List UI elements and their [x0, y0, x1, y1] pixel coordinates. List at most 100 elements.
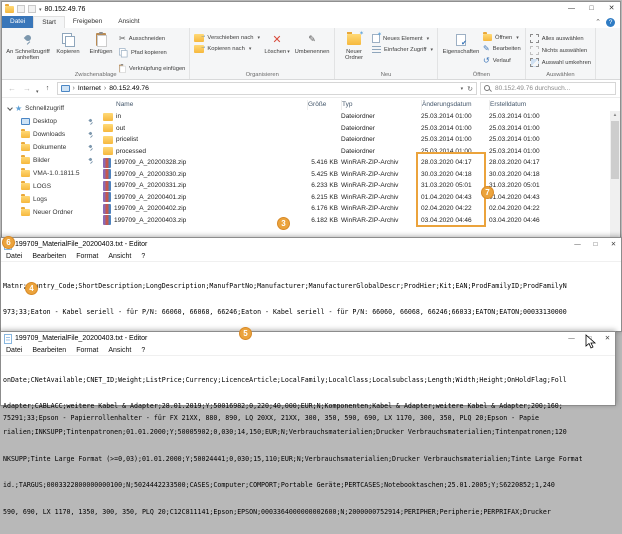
invert-selection-button[interactable]: Auswahl umkehren: [530, 58, 591, 67]
menu-item-format[interactable]: Format: [71, 253, 103, 260]
copy-to-button[interactable]: Kopieren nach: [194, 45, 260, 53]
column-header-modified[interactable]: Änderungsdatum: [421, 100, 485, 110]
copy-path-button[interactable]: Pfad kopieren: [119, 46, 185, 59]
close-button[interactable]: [606, 238, 621, 251]
up-button[interactable]: [42, 83, 54, 95]
table-row[interactable]: 199709_A_20200328.zip 5.416 KB WinRAR-ZI…: [99, 157, 620, 169]
sidebar-item-logs-upper[interactable]: LOGS: [2, 180, 99, 193]
select-all-button[interactable]: Alles auswählen: [530, 34, 591, 43]
tab-share[interactable]: Freigeben: [65, 16, 110, 28]
location-icon: [61, 85, 70, 92]
zip-archive-icon: [103, 204, 111, 214]
address-breadcrumb[interactable]: Internet 80.152.49.76: [57, 82, 477, 95]
table-row[interactable]: 199709_A_20200401.zip 6.215 KB WinRAR-ZI…: [99, 192, 620, 204]
menu-item-file[interactable]: Datei: [1, 347, 27, 354]
search-input[interactable]: 80.152.49.76 durchsuch...: [480, 82, 616, 95]
paste-button[interactable]: Einfügen: [86, 31, 116, 55]
scrollbar[interactable]: ▲: [610, 111, 620, 237]
sidebar-item-logs[interactable]: Logs: [2, 193, 99, 206]
sidebar-item-downloads[interactable]: Downloads: [2, 128, 99, 141]
tab-file[interactable]: Datei: [2, 16, 33, 28]
close-button[interactable]: [603, 2, 620, 16]
rename-button[interactable]: Umbenennen: [294, 31, 330, 55]
move-to-button[interactable]: Verschieben nach: [194, 34, 260, 42]
minimize-button[interactable]: [570, 238, 585, 251]
table-row[interactable]: 199709_A_20200403.zip 6.182 KB WinRAR-ZI…: [99, 215, 620, 227]
title-bar[interactable]: 199709_MaterialFile_20200403.txt - Edito…: [1, 238, 621, 251]
menu-item-edit[interactable]: Bearbeiten: [27, 253, 71, 260]
column-header-created[interactable]: Erstelldatum: [489, 100, 553, 110]
pin-to-quick-access-button[interactable]: An Schnellzugriff anheften: [6, 31, 50, 62]
easy-access-button[interactable]: Einfacher Zugriff: [372, 46, 433, 54]
refresh-icon[interactable]: [467, 85, 473, 93]
address-bar: Internet 80.152.49.76 80.152.49.76 durch…: [2, 80, 620, 98]
quick-access-toolbar-button[interactable]: [28, 5, 36, 13]
file-name: 199709_A_20200401.zip: [114, 194, 186, 201]
text-line: id.;TARGUS;0003322800000000100;N;5024442…: [3, 481, 615, 490]
table-row[interactable]: 199709_A_20200331.zip 6.233 KB WinRAR-ZI…: [99, 180, 620, 192]
new-item-icon: [372, 34, 380, 43]
sidebar-item-pictures[interactable]: Bilder: [2, 154, 99, 167]
delete-button[interactable]: Löschen: [263, 31, 291, 56]
rename-icon: [308, 34, 316, 45]
new-folder-button[interactable]: Neuer Ordner: [339, 31, 369, 62]
menu-item-format[interactable]: Format: [71, 347, 103, 354]
back-button[interactable]: [6, 83, 18, 95]
copy-button[interactable]: Kopieren: [53, 31, 83, 55]
column-header-type[interactable]: Typ: [341, 100, 419, 110]
breadcrumb-current[interactable]: 80.152.49.76: [109, 85, 149, 92]
history-button[interactable]: Verlauf: [483, 56, 521, 65]
maximize-button[interactable]: [588, 238, 603, 251]
minimize-button[interactable]: [563, 2, 580, 16]
maximize-button[interactable]: [583, 2, 600, 16]
tab-start[interactable]: Start: [33, 16, 65, 28]
sidebar-item-new-folder[interactable]: Neuer Ordner: [2, 206, 99, 219]
column-header-size[interactable]: Größe: [307, 100, 338, 110]
text-editor-area[interactable]: onDate;CNetAvailable;CNET_ID;Weight;List…: [1, 356, 615, 534]
file-name: 199709_A_20200328.zip: [114, 159, 186, 166]
title-bar[interactable]: 199709_MaterialFile_20200403.txt - Edito…: [1, 332, 615, 345]
sidebar-item-vma[interactable]: VMA-1.0.1811.5: [2, 167, 99, 180]
minimize-button[interactable]: [564, 332, 579, 345]
select-none-button[interactable]: Nichts auswählen: [530, 46, 591, 55]
title-bar[interactable]: 80.152.49.76: [2, 2, 620, 16]
menu-item-view[interactable]: Ansicht: [103, 253, 136, 260]
properties-button[interactable]: Eigenschaften: [442, 31, 480, 55]
table-row[interactable]: processed Dateiordner 25.03.2014 01:00 2…: [99, 146, 620, 158]
menu-item-view[interactable]: Ansicht: [103, 347, 136, 354]
sidebar-item-documents[interactable]: Dokumente: [2, 141, 99, 154]
help-icon[interactable]: ?: [606, 18, 615, 27]
forward-button[interactable]: [21, 83, 33, 95]
table-row[interactable]: out Dateiordner 25.03.2014 01:00 25.03.2…: [99, 123, 620, 135]
notepad-window-2: 199709_MaterialFile_20200403.txt - Edito…: [0, 331, 616, 406]
edit-button[interactable]: Bearbeiten: [483, 44, 521, 53]
scrollbar-thumb[interactable]: [611, 121, 619, 179]
table-row[interactable]: 199709_A_20200330.zip 5.425 KB WinRAR-ZI…: [99, 169, 620, 181]
explorer-main: Schnellzugriff Desktop Downloads Dokumen…: [2, 98, 620, 237]
menu-item-file[interactable]: Datei: [1, 253, 27, 260]
cut-button[interactable]: Ausschneiden: [119, 34, 185, 43]
recent-locations-chevron-icon[interactable]: [36, 80, 39, 98]
text-line: Matnr;Country_Code;ShortDescription;Long…: [3, 282, 621, 291]
menu-item-edit[interactable]: Bearbeiten: [27, 347, 71, 354]
menu-item-help[interactable]: ?: [136, 347, 150, 354]
breadcrumb-root[interactable]: Internet: [78, 85, 101, 92]
menu-item-help[interactable]: ?: [136, 253, 150, 260]
sidebar-item-desktop[interactable]: Desktop: [2, 115, 99, 128]
sidebar-item-quick-access[interactable]: Schnellzugriff: [2, 102, 99, 115]
zip-archive-icon: [103, 169, 111, 179]
table-row[interactable]: 199709_A_20200402.zip 6.176 KB WinRAR-ZI…: [99, 203, 620, 215]
table-row[interactable]: pricelist Dateiordner 25.03.2014 01:00 2…: [99, 134, 620, 146]
close-button[interactable]: [600, 332, 615, 345]
scroll-up-icon[interactable]: ▲: [610, 111, 620, 119]
column-header-name[interactable]: Name: [99, 100, 307, 110]
tab-view[interactable]: Ansicht: [110, 16, 147, 28]
address-dropdown-icon[interactable]: [461, 85, 464, 92]
qat-customize-chevron-icon[interactable]: [39, 6, 42, 13]
minimize-ribbon-icon[interactable]: ⌃: [595, 18, 601, 26]
quick-access-toolbar-button[interactable]: [17, 5, 25, 13]
new-item-button[interactable]: Neues Element: [372, 34, 433, 43]
select-all-icon: [530, 34, 539, 43]
open-button[interactable]: Öffnen: [483, 34, 521, 41]
table-row[interactable]: in Dateiordner 25.03.2014 01:00 25.03.20…: [99, 111, 620, 123]
